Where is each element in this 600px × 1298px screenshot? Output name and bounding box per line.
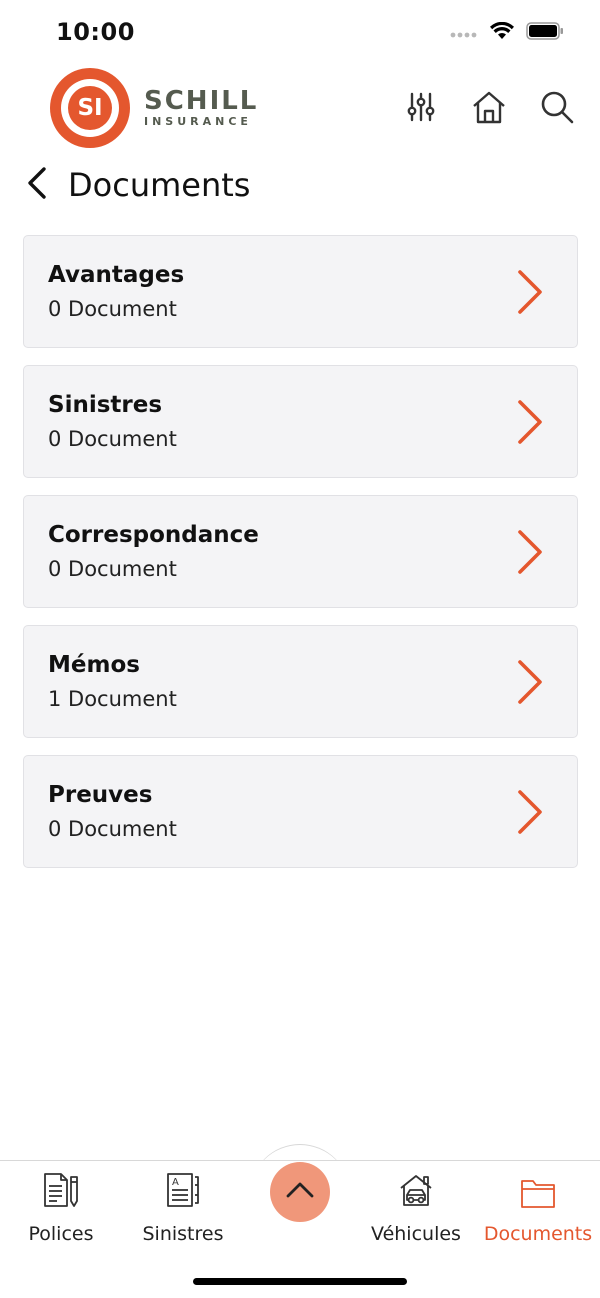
document-category-preuves[interactable]: Preuves 0 Document: [23, 755, 578, 868]
logo-subtitle: INSURANCE: [144, 114, 252, 128]
chevron-right-icon: [515, 658, 545, 706]
category-count: 1 Document: [48, 687, 177, 711]
battery-icon: [526, 22, 564, 44]
chevron-up-icon: [285, 1181, 315, 1203]
app-header: SI SCHILL INSURANCE: [0, 64, 600, 154]
chevron-right-icon: [515, 398, 545, 446]
tab-label: Polices: [28, 1223, 94, 1245]
category-name: Mémos: [48, 652, 140, 678]
tab-documents[interactable]: Documents: [478, 1169, 598, 1249]
chevron-right-icon: [515, 788, 545, 836]
category-name: Correspondance: [48, 522, 259, 548]
status-bar: 10:00: [0, 0, 600, 64]
search-icon: [540, 90, 574, 128]
category-count: 0 Document: [48, 557, 177, 581]
category-name: Avantages: [48, 262, 185, 288]
page-title-row: Documents: [26, 160, 250, 210]
svg-text:A: A: [172, 1177, 179, 1188]
tab-label: Véhicules: [371, 1223, 461, 1245]
tab-label: Sinistres: [142, 1223, 224, 1245]
folder-icon: [520, 1169, 556, 1209]
document-category-correspondance[interactable]: Correspondance 0 Document: [23, 495, 578, 608]
category-name: Preuves: [48, 782, 153, 808]
car-garage-icon: [398, 1169, 434, 1209]
logo-text: SCHILL INSURANCE: [144, 88, 258, 129]
tab-polices[interactable]: Polices: [1, 1169, 121, 1249]
filter-button[interactable]: [400, 88, 442, 130]
logo-mark-icon: SI: [50, 68, 130, 148]
document-category-sinistres[interactable]: Sinistres 0 Document: [23, 365, 578, 478]
status-icons: [450, 21, 564, 44]
back-button[interactable]: [26, 165, 56, 205]
search-button[interactable]: [536, 88, 578, 130]
chevron-right-icon: [515, 528, 545, 576]
document-category-list: Avantages 0 Document Sinistres 0 Documen…: [23, 235, 578, 885]
category-name: Sinistres: [48, 392, 163, 418]
chevron-left-icon: [26, 166, 48, 204]
document-category-memos[interactable]: Mémos 1 Document: [23, 625, 578, 738]
chevron-right-icon: [515, 268, 545, 316]
tab-sinistres[interactable]: A Sinistres: [123, 1169, 243, 1249]
header-actions: [400, 88, 578, 130]
category-count: 0 Document: [48, 297, 177, 321]
tab-label: Documents: [483, 1223, 593, 1245]
category-count: 0 Document: [48, 427, 177, 451]
cellular-signal-icon: [450, 24, 478, 43]
page-title: Documents: [68, 166, 251, 204]
claim-document-icon: A: [166, 1169, 200, 1209]
brand-logo: SI SCHILL INSURANCE: [50, 68, 258, 148]
status-time: 10:00: [56, 18, 135, 46]
expand-menu-button[interactable]: [270, 1162, 330, 1222]
home-indicator[interactable]: [193, 1278, 407, 1285]
logo-name: SCHILL: [144, 85, 259, 116]
tab-vehicules[interactable]: Véhicules: [356, 1169, 476, 1249]
home-icon: [471, 90, 507, 128]
document-category-avantages[interactable]: Avantages 0 Document: [23, 235, 578, 348]
category-count: 0 Document: [48, 817, 177, 841]
wifi-icon: [490, 21, 514, 44]
sliders-icon: [407, 92, 435, 126]
logo-initials: SI: [68, 86, 112, 130]
home-button[interactable]: [468, 88, 510, 130]
policy-document-icon: [43, 1169, 79, 1209]
